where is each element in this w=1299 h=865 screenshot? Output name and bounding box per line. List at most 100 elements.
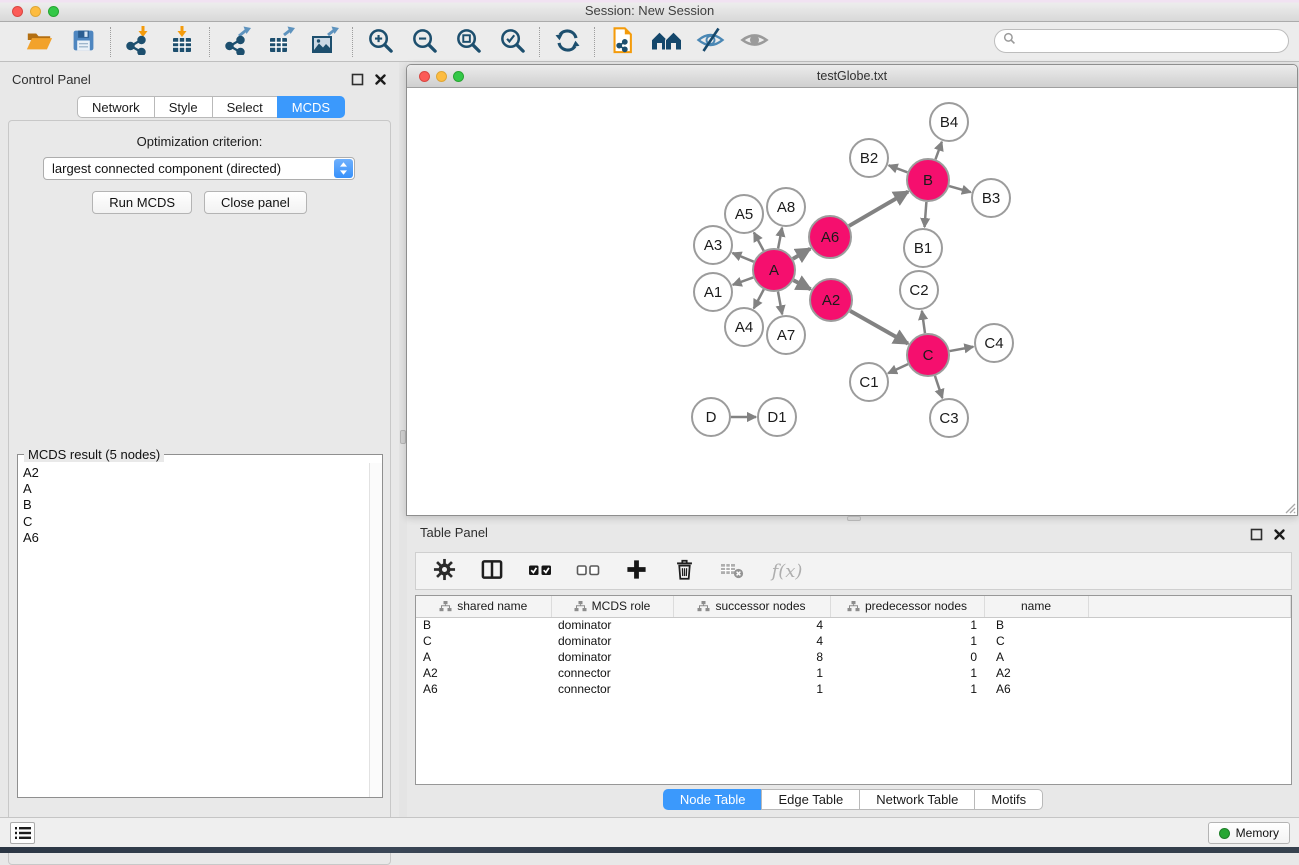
network-window-titlebar[interactable]: testGlobe.txt [407,65,1297,88]
close-panel-icon[interactable] [374,73,387,86]
table-row[interactable]: Bdominator41B [416,617,1291,633]
graph-edge-A-A6[interactable] [793,249,810,259]
graph-edge-A6-B[interactable] [849,192,908,226]
graph-node-D1[interactable]: D1 [758,398,796,436]
graph-edge-C-C3[interactable] [935,376,942,398]
mcds-result-item[interactable]: C [23,514,368,530]
task-history-button[interactable] [10,822,35,844]
graph-node-A2[interactable]: A2 [810,279,852,321]
graph-node-C3[interactable]: C3 [930,399,968,437]
memory-button[interactable]: Memory [1208,822,1290,844]
zoom-out-button[interactable] [408,26,440,58]
graph-edge-C-C1[interactable] [888,364,908,373]
deselect-all-button[interactable] [574,557,602,585]
mcds-result-item[interactable]: A2 [23,465,368,481]
refresh-button[interactable] [551,26,583,58]
graph-edge-A-A1[interactable] [733,277,754,284]
graph-edge-A2-C[interactable] [850,311,908,344]
tab-node-table[interactable]: Node Table [663,789,762,810]
column-view-button[interactable] [478,557,506,585]
graph-node-C1[interactable]: C1 [850,363,888,401]
add-row-button[interactable] [622,557,650,585]
tab-edge-table[interactable]: Edge Table [761,789,859,810]
graph-node-B2[interactable]: B2 [850,139,888,177]
column-header-name[interactable]: name [984,596,1088,617]
table-row[interactable]: A6connector11A6 [416,681,1291,697]
graph-edge-A-A7[interactable] [778,292,782,315]
save-session-button[interactable] [67,26,99,58]
graph-node-A3[interactable]: A3 [694,226,732,264]
graph-edge-B-B2[interactable] [889,165,908,172]
mcds-result-item[interactable]: B [23,497,368,513]
tab-mcds[interactable]: MCDS [277,96,345,118]
graph-node-D[interactable]: D [692,398,730,436]
import-table-button[interactable] [166,26,198,58]
mcds-result-item[interactable]: A [23,481,368,497]
tab-motifs[interactable]: Motifs [974,789,1043,810]
graph-node-A6[interactable]: A6 [809,216,851,258]
criterion-dropdown[interactable]: largest connected component (directed) [43,157,355,180]
network-canvas[interactable]: A A1 A2 A3 A4 A5 A6 A7 A8 B B1 B2 B3B4 C C1 C2 C3C4 D D1 [407,88,1297,515]
run-mcds-button[interactable]: Run MCDS [92,191,192,214]
resize-grip[interactable] [1282,500,1296,514]
table-row[interactable]: Adominator80A [416,649,1291,665]
graph-edge-C-C2[interactable] [922,311,925,333]
graph-node-B1[interactable]: B1 [904,229,942,267]
mcds-result-item[interactable]: A6 [23,530,368,546]
export-network-button[interactable] [221,26,253,58]
graph-edge-A-A3[interactable] [732,253,753,262]
column-header-shared-name[interactable]: shared name [416,596,551,617]
search-input[interactable] [1021,34,1288,48]
graph-node-A5[interactable]: A5 [725,195,763,233]
graph-node-B3[interactable]: B3 [972,179,1010,217]
graph-node-C[interactable]: C [907,334,949,376]
float-panel-icon[interactable] [1250,528,1263,541]
first-neighbors-button[interactable] [650,26,682,58]
graph-edge-B-B4[interactable] [935,142,941,160]
graph-node-B4[interactable]: B4 [930,103,968,141]
new-network-from-selection-button[interactable] [606,26,638,58]
graph-node-C2[interactable]: C2 [900,271,938,309]
column-header-predecessor-nodes[interactable]: predecessor nodes [830,596,984,617]
graph-node-A8[interactable]: A8 [767,188,805,226]
float-panel-icon[interactable] [351,73,364,86]
export-table-button[interactable] [265,26,297,58]
delete-row-button[interactable] [670,557,698,585]
network-graph[interactable]: A A1 A2 A3 A4 A5 A6 A7 A8 B B1 B2 B3B4 C C1 C2 C3C4 D D1 [407,88,1296,515]
import-network-button[interactable] [122,26,154,58]
zoom-in-button[interactable] [364,26,396,58]
graph-edge-B-B1[interactable] [925,202,927,227]
close-panel-button[interactable]: Close panel [204,191,307,214]
graph-node-A7[interactable]: A7 [767,316,805,354]
graph-edge-A-A8[interactable] [778,228,782,249]
graph-edge-A-A4[interactable] [754,289,764,308]
graph-node-A1[interactable]: A1 [694,273,732,311]
zoom-selected-button[interactable] [496,26,528,58]
tab-select[interactable]: Select [212,96,277,118]
zoom-fit-button[interactable] [452,26,484,58]
splitter-handle[interactable] [847,516,861,521]
graph-edge-A-A2[interactable] [793,280,810,289]
tab-style[interactable]: Style [154,96,212,118]
hide-selected-button[interactable] [694,26,726,58]
settings-button[interactable] [430,557,458,585]
select-all-button[interactable] [526,557,554,585]
graph-edge-C-C4[interactable] [950,347,974,351]
column-header-successor-nodes[interactable]: successor nodes [673,596,830,617]
graph-edge-A-A5[interactable] [754,233,764,251]
show-all-button[interactable] [738,26,770,58]
table-row[interactable]: A2connector11A2 [416,665,1291,681]
graph-node-A4[interactable]: A4 [725,308,763,346]
open-file-button[interactable] [23,26,55,58]
graph-node-B[interactable]: B [907,159,949,201]
graph-node-A[interactable]: A [753,249,795,291]
export-image-button[interactable] [309,26,341,58]
graph-edge-B-B3[interactable] [949,186,971,192]
search-box[interactable] [994,29,1289,53]
close-panel-icon[interactable] [1273,528,1286,541]
column-header-MCDS-role[interactable]: MCDS role [551,596,673,617]
tab-network[interactable]: Network [77,96,154,118]
table-row[interactable]: Cdominator41C [416,633,1291,649]
tab-network-table[interactable]: Network Table [859,789,974,810]
graph-node-C4[interactable]: C4 [975,324,1013,362]
